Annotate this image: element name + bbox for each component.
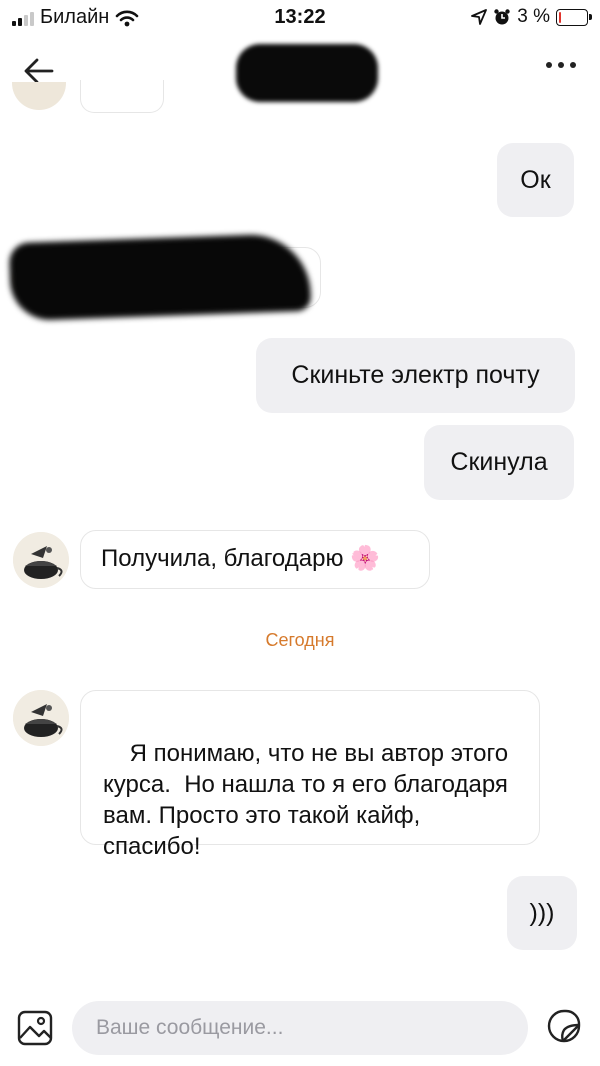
avatar[interactable] [13, 532, 69, 588]
date-separator: Сегодня [265, 630, 335, 650]
title-redaction [236, 44, 378, 102]
avatar-illustration [13, 532, 69, 588]
avatar [12, 82, 66, 110]
message-bubble-outgoing[interactable]: Ок [497, 143, 574, 217]
message-text: Скиньте электр почту [291, 361, 540, 389]
message-text: Получила, благодарю 🌸 [101, 545, 380, 572]
alarm-icon [494, 9, 510, 25]
message-bubble-partial [80, 80, 164, 113]
message-text: ))) [529, 898, 555, 927]
battery-percent: 3 % [517, 6, 550, 27]
battery-icon [556, 8, 592, 26]
message-bubble-incoming[interactable]: Получила, благодарю 🌸 [80, 530, 430, 589]
avatar[interactable] [13, 690, 69, 746]
image-icon[interactable] [17, 1010, 53, 1046]
more-dots-icon[interactable] [546, 62, 576, 68]
message-text: Скинула [450, 448, 548, 476]
sticker-icon[interactable] [546, 1008, 582, 1044]
message-bubble-outgoing[interactable]: Скинула [424, 425, 574, 500]
message-input-bar [0, 996, 600, 1066]
message-bubble-incoming[interactable]: Я понимаю, что не вы автор этого курса. … [80, 690, 540, 860]
message-redaction [8, 232, 312, 322]
avatar-illustration [13, 690, 69, 746]
message-text: Я понимаю, что не вы автор этого курса. … [103, 740, 515, 860]
message-input[interactable] [72, 1001, 528, 1055]
message-text: Ок [520, 165, 551, 194]
message-bubble-outgoing[interactable]: Скиньте электр почту [256, 338, 575, 413]
message-bubble-outgoing[interactable]: ))) [507, 876, 577, 950]
location-arrow-icon [471, 9, 488, 25]
status-bar: Билайн 13:22 3 % [0, 0, 600, 34]
status-right: 3 % [471, 6, 592, 28]
